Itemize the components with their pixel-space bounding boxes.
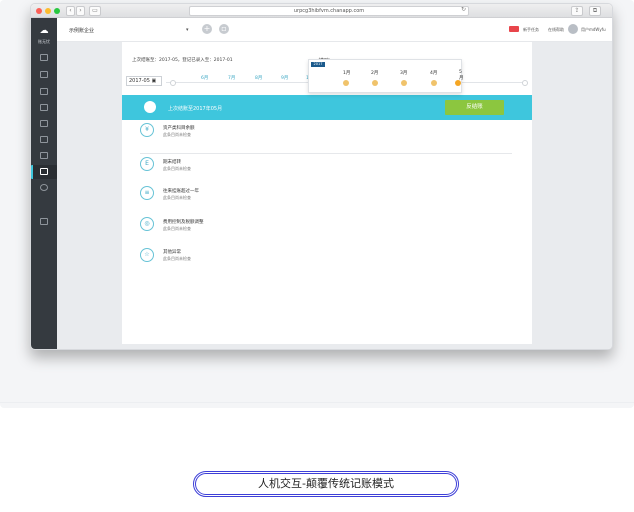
check-title: 往来挂账超过一年 <box>163 189 199 194</box>
month-popup: 2017 1月 2月 3月 4月 5月 <box>308 59 464 93</box>
reload-icon[interactable]: ↻ <box>461 6 466 13</box>
sidebar-item-reports-icon[interactable] <box>40 88 48 95</box>
sidebar-item-assets-icon[interactable] <box>40 120 48 127</box>
timeline-month[interactable]: 7月 <box>228 75 235 81</box>
app-topbar: 示例账企业 ▾ + ▫ 新手任务 在线帮助 用户mdWyfu <box>57 18 612 42</box>
sidebar-item-payroll-icon[interactable] <box>40 152 48 159</box>
browser-titlebar: ‹ › ▭ urpcg3hibfvm.chanapp.com ↻ ⇪ ⧉ <box>31 4 612 18</box>
check-status: 此条目尚未检查 <box>163 195 191 200</box>
current-month-dot <box>455 80 461 86</box>
timeline-start-dot <box>170 80 176 86</box>
help-link[interactable]: 在线帮助 <box>548 27 564 33</box>
transfer-check-icon: E <box>140 157 154 171</box>
logo-caption: 账无忧 <box>38 39 50 44</box>
calendar-small-icon: ▣ <box>151 78 157 84</box>
check-icon <box>343 80 349 86</box>
closing-info: 上次结账至：2017-05，登记已录入至：2017-01 <box>132 58 233 63</box>
reverse-closing-button[interactable]: 反结账 <box>445 100 504 115</box>
forward-icon[interactable]: › <box>76 6 85 16</box>
sidebar-item-settings-icon[interactable] <box>40 184 48 191</box>
address-bar[interactable]: urpcg3hibfvm.chanapp.com <box>189 6 469 16</box>
check-icon <box>401 80 407 86</box>
timeline-month[interactable]: 8月 <box>255 75 262 81</box>
minimize-dot[interactable] <box>45 8 51 14</box>
sidebar-item-help-icon[interactable] <box>40 218 48 225</box>
check-icon <box>431 80 437 86</box>
check-status: 此条目尚未检查 <box>163 226 191 231</box>
avatar[interactable] <box>568 24 578 34</box>
year-tag: 2017 <box>311 62 325 67</box>
check-title: 资产类科目余额 <box>163 126 195 131</box>
closing-icon <box>40 168 48 175</box>
receivable-check-icon: ≡ <box>140 186 154 200</box>
maximize-dot[interactable] <box>54 8 60 14</box>
divider <box>140 153 512 154</box>
card-edge <box>0 402 634 410</box>
check-title: 费用控制及税额调整 <box>163 220 204 225</box>
sidebar-item-invoice-icon[interactable] <box>40 136 48 143</box>
expense-check-icon: ◎ <box>140 217 154 231</box>
calendar-icon[interactable]: ▫ <box>219 24 229 34</box>
banner-text: 上次结账至2017年05月 <box>168 106 223 112</box>
gift-icon[interactable] <box>509 26 519 32</box>
sidebar-item-bills-icon[interactable] <box>40 104 48 111</box>
tabs-icon[interactable]: ⧉ <box>589 6 601 16</box>
check-status: 此条目尚未检查 <box>163 166 191 171</box>
check-title: 其他异常 <box>163 250 181 255</box>
sidebar-toggle-icon[interactable]: ▭ <box>89 6 101 16</box>
period-value: 2017-05 <box>129 78 150 84</box>
sidebar-item-vouchers-icon[interactable] <box>40 54 48 61</box>
timeline-month[interactable]: 6月 <box>201 75 208 81</box>
back-icon[interactable]: ‹ <box>66 6 75 16</box>
new-task-link[interactable]: 新手任务 <box>523 27 539 33</box>
check-status: 此条目尚未检查 <box>163 256 191 261</box>
sidebar-item-books-icon[interactable] <box>40 71 48 78</box>
caption-label: 人机交互-颠覆传统记账模式 <box>193 471 459 497</box>
popup-month[interactable]: 5月 <box>459 70 464 81</box>
asset-check-icon: ¥ <box>140 123 154 137</box>
timeline-end-dot <box>522 80 528 86</box>
mascot-icon <box>144 101 156 113</box>
app-sidebar: ☁ 账无忧 <box>31 18 57 349</box>
company-name[interactable]: 示例账企业 <box>69 27 94 34</box>
check-status: 此条目尚未检查 <box>163 132 191 137</box>
popup-month[interactable]: 2月 <box>371 70 378 76</box>
browser-window: ‹ › ▭ urpcg3hibfvm.chanapp.com ↻ ⇪ ⧉ ☁ 账… <box>30 3 613 350</box>
check-icon <box>372 80 378 86</box>
share-icon[interactable]: ⇪ <box>571 6 583 16</box>
close-dot[interactable] <box>36 8 42 14</box>
closing-status-banner: 上次结账至2017年05月 反结账 <box>122 95 532 120</box>
cloud-logo-icon: ☁ <box>39 26 49 36</box>
popup-month[interactable]: 4月 <box>430 70 437 76</box>
popup-month[interactable]: 1月 <box>343 70 350 76</box>
period-picker[interactable]: 2017-05 ▣ <box>126 76 162 86</box>
add-icon[interactable]: + <box>202 24 212 34</box>
chevron-down-icon[interactable]: ▾ <box>186 27 189 33</box>
timeline-month[interactable]: 9月 <box>281 75 288 81</box>
star-icon: ☆ <box>140 248 154 262</box>
user-name[interactable]: 用户mdWyfu <box>581 27 606 33</box>
popup-month[interactable]: 3月 <box>400 70 407 76</box>
check-title: 期末结转 <box>163 160 181 165</box>
